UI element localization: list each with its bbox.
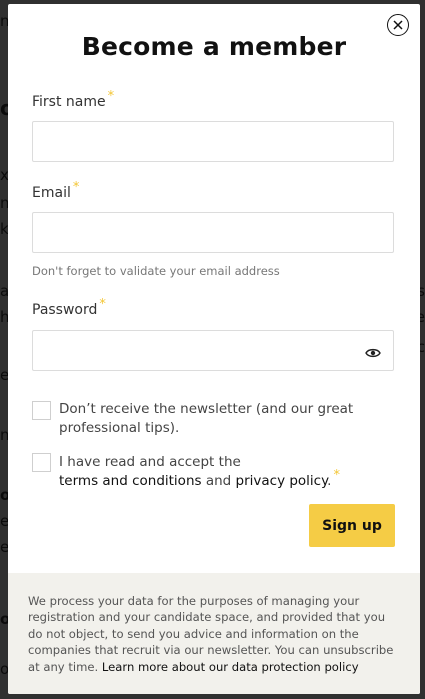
terms-label-line2: terms and conditions and privacy policy.… (59, 468, 340, 491)
required-mark: * (99, 297, 106, 312)
required-mark: * (72, 180, 80, 195)
data-protection-link[interactable]: Learn more about our data protection pol… (102, 660, 359, 674)
terms-label-line1: I have read and accept the (59, 454, 241, 470)
email-label-text: Email (32, 185, 71, 201)
email-hint: Don't forget to validate your email addr… (32, 264, 280, 278)
email-input[interactable] (32, 212, 394, 253)
email-label: Email * (32, 180, 79, 201)
terms-period: . (327, 473, 332, 489)
data-protection-notice: We process your data for the purposes of… (8, 573, 420, 694)
close-icon (393, 20, 403, 30)
terms-checkbox[interactable] (32, 453, 51, 472)
eye-icon[interactable] (365, 344, 381, 363)
modal-title: Become a member (81, 32, 347, 61)
terms-link[interactable]: terms and conditions (59, 473, 202, 489)
required-mark: * (333, 468, 340, 483)
first-name-label-text: First name (32, 94, 106, 110)
required-mark: * (107, 89, 115, 104)
password-label-text: Password (32, 302, 98, 318)
newsletter-checkbox-label: Don’t receive the newsletter (and our gr… (59, 400, 353, 438)
terms-and-text: and (201, 473, 236, 489)
password-label: Password * (32, 297, 106, 318)
signup-button[interactable]: Sign up (309, 504, 395, 547)
first-name-input[interactable] (32, 121, 394, 162)
newsletter-label-line1: Don’t receive the newsletter (and our gr… (59, 401, 354, 417)
first-name-label: First name * (32, 89, 114, 110)
newsletter-label-line2: professional tips). (59, 420, 180, 436)
password-field[interactable] (32, 330, 394, 371)
privacy-policy-link[interactable]: privacy policy (236, 473, 328, 489)
newsletter-checkbox[interactable] (32, 401, 51, 420)
signup-modal: Become a member First name * Email * Don't… (8, 4, 420, 694)
terms-checkbox-label: I have read and accept the terms and con… (59, 453, 340, 491)
